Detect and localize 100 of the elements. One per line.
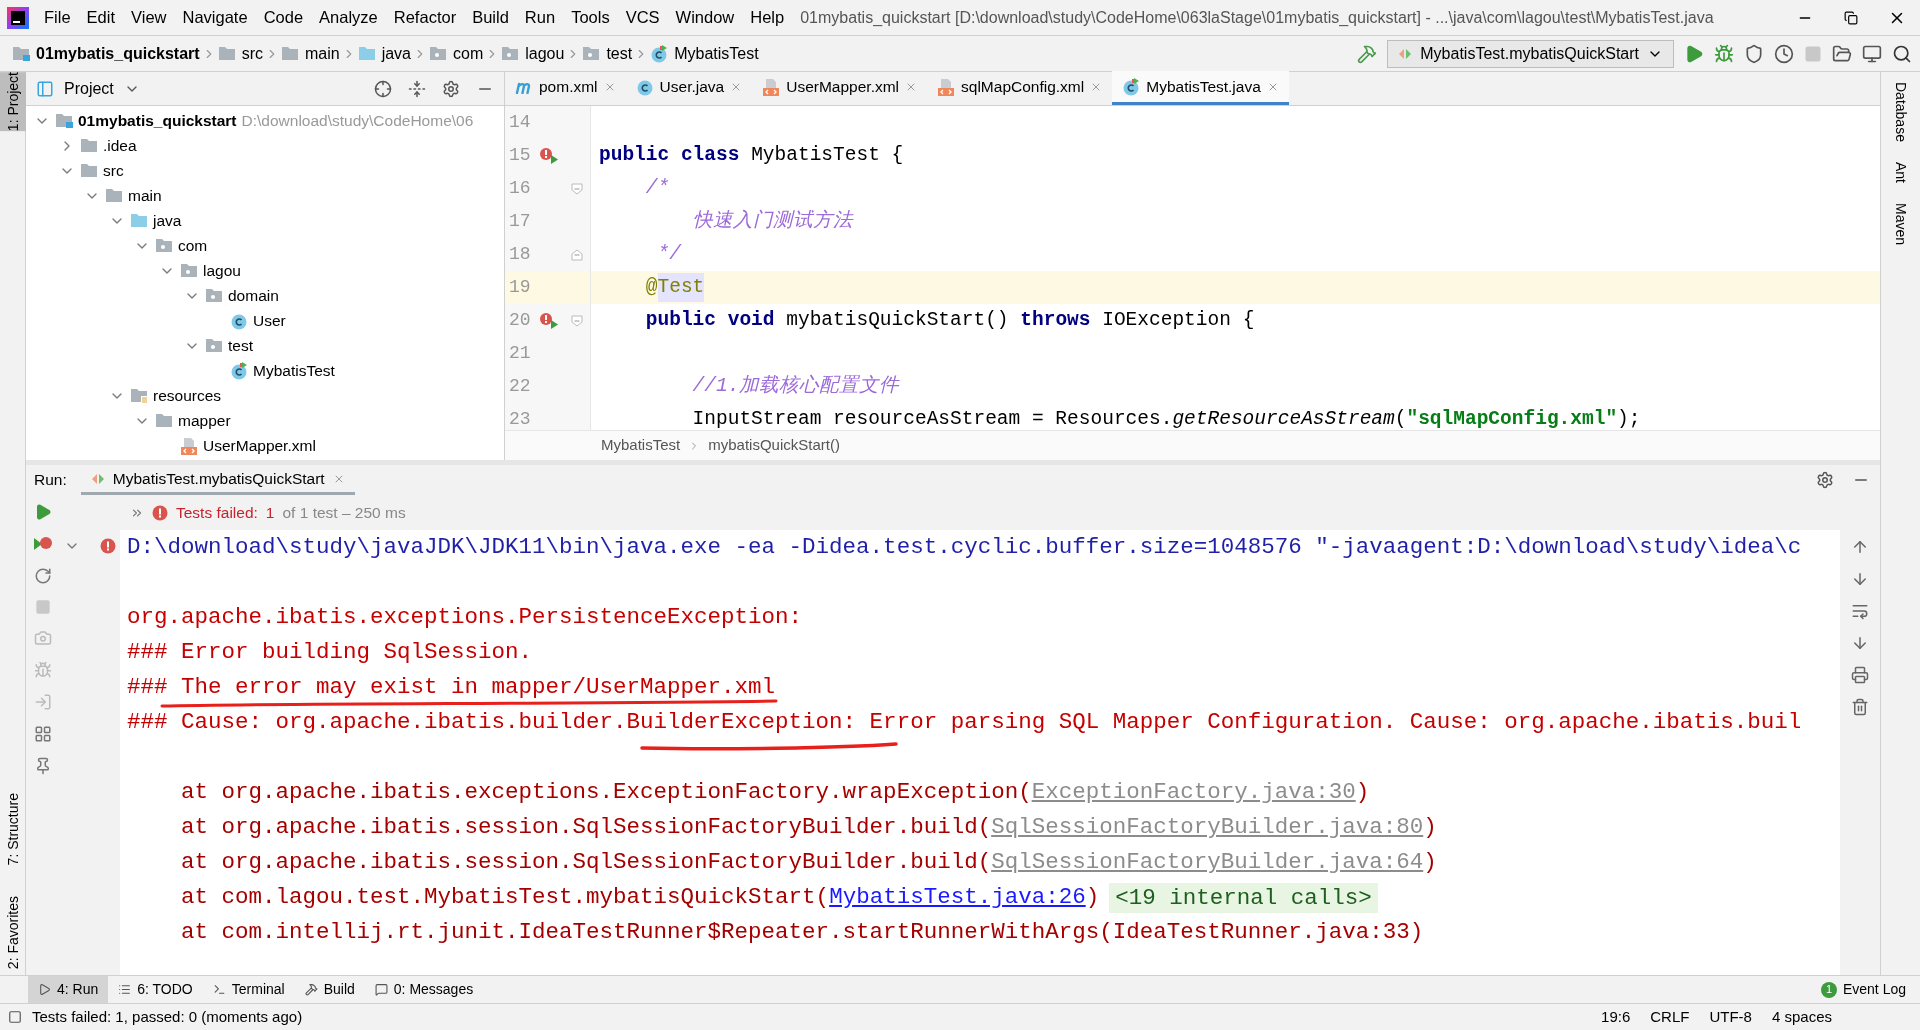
editor-tab[interactable]: User.java xyxy=(625,71,753,105)
breadcrumb[interactable]: com xyxy=(429,41,484,66)
status-item[interactable]: 4 spaces xyxy=(1771,1005,1832,1029)
settings-icon[interactable] xyxy=(442,79,460,98)
tree-item[interactable]: UserMapper.xml xyxy=(26,433,504,458)
fold-marker-icon[interactable] xyxy=(571,182,584,195)
scroll-to-end-icon[interactable] xyxy=(1851,634,1869,652)
menu-item[interactable]: Help xyxy=(742,5,793,30)
panel-title[interactable]: Project xyxy=(64,76,114,101)
editor-tab[interactable]: pom.xml xyxy=(505,71,626,105)
console-command: D:\download\study\javaJDK\JDK11\bin\java.exe -ea -Didea.test.cyclic.buffer.size=1048576 "-javaagent:D:\download\study\idea\c xyxy=(127,534,1802,560)
menu-item[interactable]: Code xyxy=(255,5,312,30)
breadcrumb[interactable]: MybatisTest xyxy=(650,41,759,66)
debug-icon[interactable] xyxy=(1714,43,1734,64)
breadcrumb[interactable]: main xyxy=(280,41,340,66)
tree-item[interactable]: resources xyxy=(26,383,504,408)
editor-tab[interactable]: MybatisTest.java xyxy=(1112,71,1289,105)
code-breadcrumb[interactable]: mybatisQuickStart() xyxy=(708,434,840,457)
tree-item[interactable]: .idea xyxy=(26,133,504,158)
run-failed-icon[interactable] xyxy=(538,311,561,330)
tree-item[interactable]: User xyxy=(26,308,504,333)
search-icon[interactable] xyxy=(1892,43,1912,64)
status-item[interactable]: UTF-8 xyxy=(1709,1005,1752,1029)
menu-item[interactable]: Refactor xyxy=(385,5,465,30)
line-number: 23 xyxy=(508,408,532,430)
status-item[interactable]: 19:6 xyxy=(1601,1005,1631,1029)
tree-item[interactable]: src xyxy=(26,158,504,183)
toggle-auto-test-icon[interactable] xyxy=(34,567,52,585)
class-icon xyxy=(230,361,248,380)
breadcrumb[interactable]: 01mybatis_quickstart xyxy=(12,41,200,66)
profile-icon[interactable] xyxy=(1774,43,1794,64)
run-failed-icon[interactable] xyxy=(538,146,561,165)
code-breadcrumb[interactable]: MybatisTest xyxy=(601,434,681,457)
run-icon[interactable] xyxy=(1684,43,1704,64)
tool-tab[interactable]: Build xyxy=(294,975,365,1004)
collapse-all-icon[interactable] xyxy=(408,79,426,98)
rerun-failed-icon[interactable] xyxy=(33,535,53,553)
folder-icon xyxy=(12,46,30,61)
internal-calls-fold[interactable]: <19 internal calls> xyxy=(1109,882,1378,913)
tree-item[interactable]: domain xyxy=(26,283,504,308)
layout-icon[interactable] xyxy=(34,725,52,743)
folder-icon xyxy=(357,46,376,61)
coverage-icon[interactable] xyxy=(1744,43,1764,64)
tool-tab[interactable]: 4: Run xyxy=(28,975,109,1004)
run-tab[interactable]: MybatisTest.mybatisQuickStart xyxy=(80,465,355,495)
code-token: "sqlMapConfig.xml" xyxy=(1406,406,1618,430)
tool-window-tab[interactable]: Ant xyxy=(1890,161,1911,183)
editor-tab[interactable]: sqlMapConfig.xml xyxy=(927,71,1113,105)
tool-tab[interactable]: 6: TODO xyxy=(108,975,203,1004)
menu-item[interactable]: Edit xyxy=(78,5,124,30)
tree-item[interactable]: MybatisTest xyxy=(26,358,504,383)
tool-tab[interactable]: Terminal xyxy=(202,975,295,1004)
tree-item[interactable]: main xyxy=(26,183,504,208)
breadcrumb[interactable]: java xyxy=(357,41,411,66)
status-item[interactable]: CRLF xyxy=(1650,1005,1690,1029)
pin-icon[interactable] xyxy=(34,757,52,775)
tree-item[interactable]: com xyxy=(26,233,504,258)
run-config-dropdown[interactable]: MybatisTest.mybatisQuickStart xyxy=(1387,39,1674,68)
locate-icon[interactable] xyxy=(374,79,392,98)
tree-item[interactable]: mapper xyxy=(26,408,504,433)
event-log-button[interactable]: 1 Event Log xyxy=(1820,979,1906,1000)
menu-item[interactable]: Tools xyxy=(563,5,618,30)
restore-icon[interactable] xyxy=(1844,10,1858,25)
menu-item[interactable]: VCS xyxy=(617,5,668,30)
tool-window-tab[interactable]: Maven xyxy=(1890,202,1911,245)
project-tool-tab[interactable]: 1: Project xyxy=(0,72,26,132)
breadcrumb[interactable]: test xyxy=(582,41,633,66)
xml-file-icon xyxy=(180,436,198,455)
fold-marker-icon[interactable] xyxy=(571,314,584,327)
print-icon[interactable] xyxy=(1851,666,1869,684)
tree-item[interactable]: test xyxy=(26,333,504,358)
menu-item[interactable]: Build xyxy=(464,5,517,30)
menu-item[interactable]: Run xyxy=(516,5,564,30)
menu-item[interactable]: Window xyxy=(667,5,743,30)
tool-window-tab[interactable]: Database xyxy=(1890,82,1911,142)
tree-item[interactable]: java xyxy=(26,208,504,233)
trash-icon[interactable] xyxy=(1851,698,1869,716)
tree-item[interactable]: lagou xyxy=(26,258,504,283)
menu-item[interactable]: Analyze xyxy=(311,5,386,30)
source-link[interactable]: MybatisTest.java:26 xyxy=(829,880,1086,915)
tool-windows-icon[interactable] xyxy=(8,1010,22,1024)
code-token: public class xyxy=(599,142,741,168)
build-icon[interactable] xyxy=(1357,43,1378,64)
tool-window-tab[interactable]: 7: Structure xyxy=(0,793,26,866)
menu-item[interactable]: File xyxy=(36,5,79,30)
menu-item[interactable]: Navigate xyxy=(174,5,256,30)
presentation-icon[interactable] xyxy=(1862,43,1882,64)
tool-tab[interactable]: 0: Messages xyxy=(364,975,484,1004)
fold-end-marker-icon[interactable] xyxy=(571,248,584,261)
tool-window-tab[interactable]: 2: Favorites xyxy=(0,895,26,969)
settings-icon[interactable] xyxy=(1816,471,1834,489)
tree-item[interactable]: 01mybatis_quickstart D:\download\study\CodeHome\06 xyxy=(26,108,504,133)
rerun-icon[interactable] xyxy=(34,503,52,521)
down-arrow-icon[interactable] xyxy=(1851,570,1869,588)
soft-wrap-icon[interactable] xyxy=(1851,602,1869,620)
editor-tab[interactable]: UserMapper.xml xyxy=(752,71,928,105)
project-structure-icon[interactable] xyxy=(1832,43,1852,64)
breadcrumb[interactable]: lagou xyxy=(501,41,565,66)
breadcrumb[interactable]: src xyxy=(217,41,263,66)
menu-item[interactable]: View xyxy=(123,5,175,30)
